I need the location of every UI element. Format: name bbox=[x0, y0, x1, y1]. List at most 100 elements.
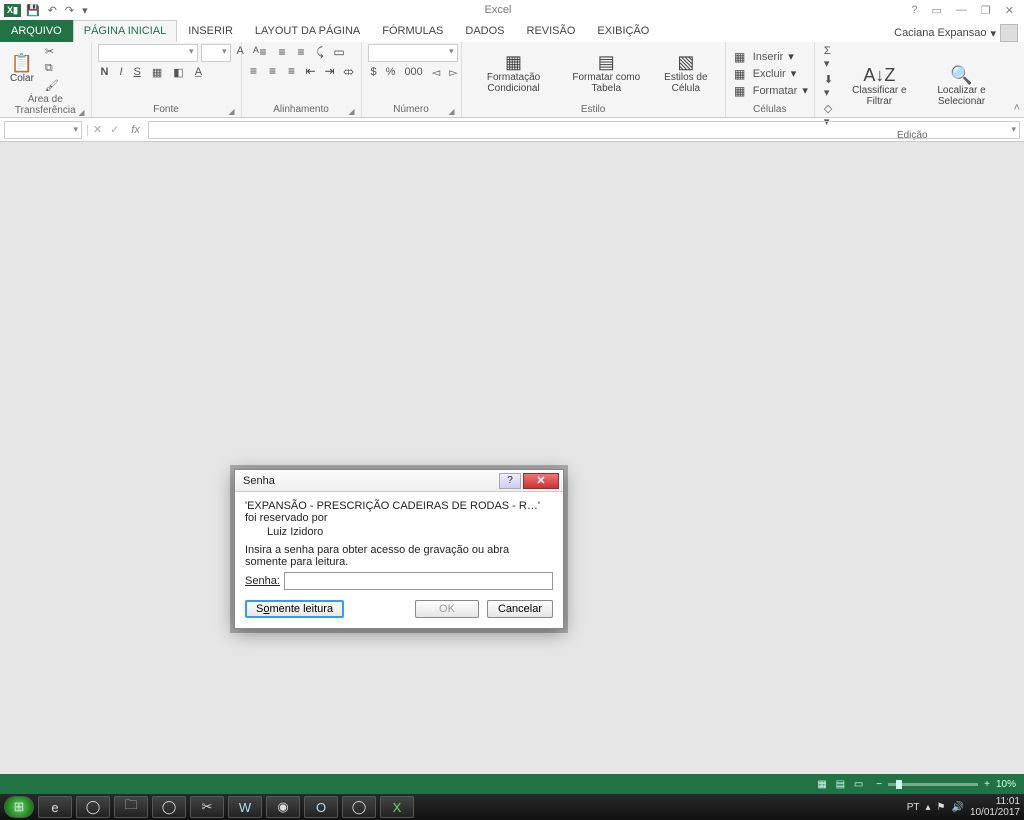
launcher-icon[interactable]: ◢ bbox=[448, 107, 454, 116]
taskbar-outlook-icon[interactable]: O bbox=[304, 796, 338, 818]
redo-icon[interactable]: ↷ bbox=[62, 4, 77, 17]
tray-clock[interactable]: 11:01 10/01/2017 bbox=[970, 796, 1020, 818]
taskbar-chrome-icon[interactable]: ◉ bbox=[266, 796, 300, 818]
conditional-formatting-button[interactable]: ▦Formatação Condicional bbox=[468, 53, 560, 94]
merge-icon[interactable]: ⤄ bbox=[341, 63, 357, 79]
sort-filter-button[interactable]: A↓ZClassificar e Filtrar bbox=[843, 66, 915, 107]
restore-icon[interactable]: ❐ bbox=[977, 4, 995, 17]
copy-icon[interactable]: ⧉ bbox=[42, 61, 62, 76]
taskbar-word-icon[interactable]: W bbox=[228, 796, 262, 818]
taskbar-ie-icon[interactable]: e bbox=[38, 796, 72, 818]
cancel-button[interactable]: Cancelar bbox=[487, 600, 553, 618]
wrap-text-icon[interactable]: ▭ bbox=[331, 44, 347, 60]
launcher-icon[interactable]: ◢ bbox=[348, 107, 354, 116]
dec-decimal-icon[interactable]: ▻ bbox=[446, 65, 460, 80]
ribbon-options-icon[interactable]: ▭ bbox=[928, 4, 946, 17]
tray-flag-icon[interactable]: ⚑ bbox=[937, 802, 946, 813]
tab-file[interactable]: ARQUIVO bbox=[0, 20, 73, 42]
cut-icon[interactable]: ✂ bbox=[42, 44, 62, 59]
tab-data[interactable]: DADOS bbox=[454, 20, 515, 42]
align-top-icon[interactable]: ≡ bbox=[255, 44, 271, 60]
page-layout-view-icon[interactable]: ▤ bbox=[833, 779, 848, 790]
launcher-icon[interactable]: ◢ bbox=[228, 107, 234, 116]
align-middle-icon[interactable]: ≡ bbox=[274, 44, 290, 60]
insert-button[interactable]: Inserir bbox=[750, 50, 787, 64]
read-only-button[interactable]: Somente leitura bbox=[245, 600, 344, 618]
zoom-slider[interactable] bbox=[888, 783, 978, 786]
font-color-icon[interactable]: A̲ bbox=[192, 65, 205, 80]
account-user[interactable]: Caciana Expansao▾ bbox=[888, 24, 1024, 42]
taskbar-app3-icon[interactable]: ◯ bbox=[342, 796, 376, 818]
zoom-out-icon[interactable]: − bbox=[876, 779, 882, 790]
fill-icon[interactable]: ⬇ ▾ bbox=[821, 72, 839, 100]
tray-arrow-icon[interactable]: ▴ bbox=[925, 802, 930, 813]
format-painter-icon[interactable]: 🖌 bbox=[42, 78, 62, 93]
close-icon[interactable]: ✕ bbox=[1001, 4, 1018, 17]
group-label: Número bbox=[393, 104, 429, 115]
tab-home[interactable]: PÁGINA INICIAL bbox=[73, 20, 178, 42]
taskbar-app-icon[interactable]: ◯ bbox=[76, 796, 110, 818]
zoom-level[interactable]: 10% bbox=[996, 779, 1016, 790]
tab-formulas[interactable]: FÓRMULAS bbox=[371, 20, 454, 42]
format-button[interactable]: Formatar bbox=[750, 84, 801, 98]
taskbar-excel-icon[interactable]: X bbox=[380, 796, 414, 818]
number-format-select[interactable] bbox=[368, 44, 458, 62]
group-label: Estilo bbox=[581, 104, 605, 115]
orientation-icon[interactable]: ⤹ bbox=[312, 44, 328, 60]
percent-icon[interactable]: % bbox=[383, 65, 399, 80]
indent-dec-icon[interactable]: ⇤ bbox=[303, 63, 319, 79]
tab-insert[interactable]: INSERIR bbox=[177, 20, 244, 42]
ok-button[interactable]: OK bbox=[415, 600, 479, 618]
undo-icon[interactable]: ↶ bbox=[45, 4, 60, 17]
fill-color-icon[interactable]: ◧ bbox=[170, 65, 186, 80]
dialog-help-icon[interactable]: ? bbox=[499, 473, 521, 489]
delete-button[interactable]: Excluir bbox=[750, 67, 789, 81]
zoom-in-icon[interactable]: + bbox=[984, 779, 990, 790]
name-box[interactable] bbox=[4, 121, 82, 139]
start-button[interactable]: ⊞ bbox=[4, 796, 34, 818]
align-bottom-icon[interactable]: ≡ bbox=[293, 44, 309, 60]
view-shortcuts: ▦ ▤ ▭ bbox=[814, 779, 866, 790]
minimize-icon[interactable]: — bbox=[952, 4, 971, 17]
normal-view-icon[interactable]: ▦ bbox=[814, 779, 829, 790]
app-title: Excel bbox=[95, 4, 902, 16]
qat-dropdown-icon[interactable]: ▾ bbox=[79, 4, 91, 17]
cancel-formula-icon[interactable]: ✕ bbox=[89, 123, 106, 136]
currency-icon[interactable]: $ bbox=[368, 65, 380, 80]
align-right-icon[interactable]: ≡ bbox=[284, 63, 300, 79]
help-icon[interactable]: ? bbox=[907, 4, 921, 17]
cell-styles-button[interactable]: ▧Estilos de Célula bbox=[653, 53, 719, 94]
font-name-select[interactable] bbox=[98, 44, 198, 62]
paste-button[interactable]: 📋 Colar bbox=[6, 54, 38, 84]
enter-formula-icon[interactable]: ✓ bbox=[106, 123, 123, 136]
tray-volume-icon[interactable]: 🔊 bbox=[951, 802, 963, 813]
password-input[interactable] bbox=[284, 572, 553, 590]
italic-button[interactable]: I bbox=[116, 65, 125, 80]
formula-input[interactable] bbox=[148, 121, 1020, 139]
taskbar-app2-icon[interactable]: ◯ bbox=[152, 796, 186, 818]
border-icon[interactable]: ▦ bbox=[149, 65, 165, 80]
fx-icon[interactable]: fx bbox=[123, 124, 148, 136]
taskbar-snip-icon[interactable]: ✂ bbox=[190, 796, 224, 818]
inc-decimal-icon[interactable]: ◅ bbox=[429, 65, 443, 80]
bold-button[interactable]: N bbox=[98, 65, 112, 80]
tab-layout[interactable]: LAYOUT DA PÁGINA bbox=[244, 20, 371, 42]
underline-button[interactable]: S bbox=[131, 65, 144, 80]
tray-lang[interactable]: PT bbox=[907, 802, 920, 813]
tab-view[interactable]: EXIBIÇÃO bbox=[586, 20, 660, 42]
comma-icon[interactable]: 000 bbox=[401, 65, 425, 80]
font-size-select[interactable] bbox=[201, 44, 231, 62]
tab-review[interactable]: REVISÃO bbox=[516, 20, 587, 42]
launcher-icon[interactable]: ◢ bbox=[78, 108, 84, 117]
page-break-view-icon[interactable]: ▭ bbox=[851, 779, 866, 790]
find-select-button[interactable]: 🔍Localizar e Selecionar bbox=[919, 66, 1003, 107]
taskbar-explorer-icon[interactable]: 🗀 bbox=[114, 796, 148, 818]
align-left-icon[interactable]: ≡ bbox=[246, 63, 262, 79]
dialog-close-icon[interactable]: ✕ bbox=[523, 473, 559, 489]
indent-inc-icon[interactable]: ⇥ bbox=[322, 63, 338, 79]
format-as-table-button[interactable]: ▤Formatar como Tabela bbox=[564, 53, 649, 94]
save-icon[interactable]: 💾 bbox=[23, 4, 43, 17]
collapse-ribbon-icon[interactable]: ˄ bbox=[1010, 42, 1024, 117]
align-center-icon[interactable]: ≡ bbox=[265, 63, 281, 79]
autosum-icon[interactable]: Σ ▾ bbox=[821, 44, 839, 71]
